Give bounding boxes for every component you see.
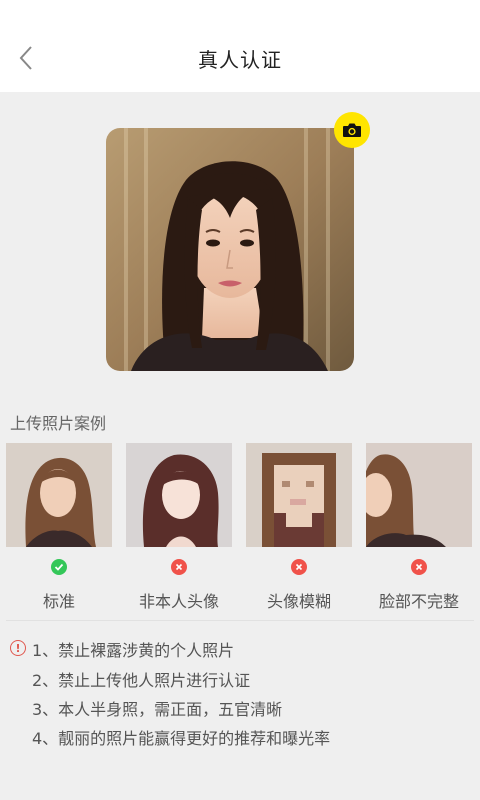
- camera-icon: [343, 123, 361, 137]
- camera-button[interactable]: [334, 112, 370, 148]
- example-label: 非本人头像: [138, 592, 219, 611]
- example-not-self: 非本人头像: [126, 443, 232, 611]
- example-thumbnail: [366, 443, 472, 547]
- rule-item: 3、本人半身照，需正面，五官清晰: [32, 700, 283, 719]
- status-error-icon: [411, 559, 427, 575]
- rule-item: 2、禁止上传他人照片进行认证: [32, 671, 251, 690]
- example-label: 脸部不完整: [378, 592, 459, 611]
- example-label: 标准: [42, 592, 75, 611]
- status-error-icon: [291, 559, 307, 575]
- example-blurry: 头像模糊: [246, 443, 352, 611]
- avatar-photo-container: [106, 112, 370, 371]
- rule-item: 1、禁止裸露涉黄的个人照片: [32, 641, 235, 660]
- example-incomplete-face: 脸部不完整: [366, 443, 472, 611]
- example-thumbnail: [6, 443, 112, 547]
- examples-list: 标准 非本人头像 头像模糊 脸部不完整: [6, 443, 480, 613]
- example-thumbnail: [126, 443, 232, 547]
- examples-section-title: 上传照片案例: [10, 414, 107, 433]
- rule-item: 4、靓丽的照片能赢得更好的推荐和曝光率: [32, 729, 331, 748]
- example-standard: 标准: [6, 443, 112, 611]
- divider: [6, 620, 474, 621]
- avatar-photo[interactable]: [106, 128, 354, 371]
- warning-icon: !: [10, 640, 26, 656]
- header: 真人认证: [0, 0, 480, 92]
- example-label: 头像模糊: [266, 592, 331, 611]
- status-error-icon: [171, 559, 187, 575]
- example-thumbnail: [246, 443, 352, 547]
- page-title: 真人认证: [198, 48, 282, 72]
- status-ok-icon: [51, 559, 67, 575]
